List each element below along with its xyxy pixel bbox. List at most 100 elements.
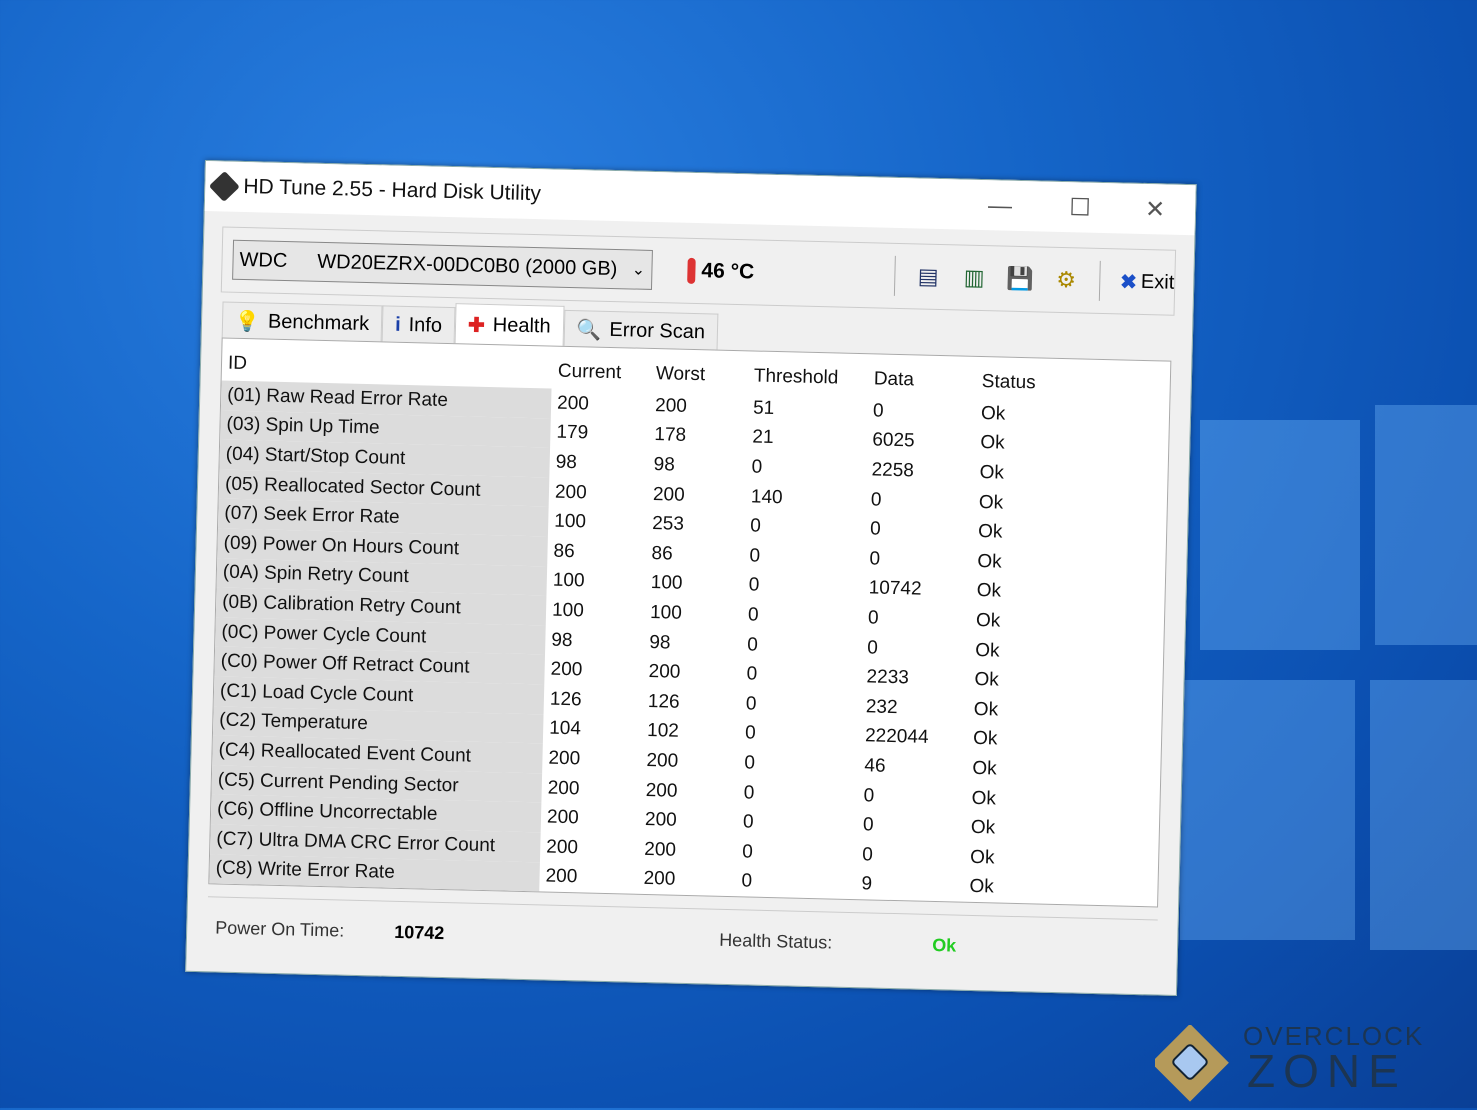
hdtune-window: HD Tune 2.55 - Hard Disk Utility — ☐ ✕ W… <box>185 160 1197 996</box>
data-value: 0 <box>863 784 875 807</box>
magnifier-icon: 🔍 <box>576 318 602 342</box>
column-header-status[interactable]: Status <box>975 357 1068 401</box>
chevron-down-icon: ⌄ <box>631 261 646 279</box>
worst-value: 200 <box>654 394 688 417</box>
current-value: 100 <box>554 510 587 533</box>
status-value: Ok <box>980 432 1005 455</box>
worst-value: 200 <box>646 749 679 772</box>
worst-value: 200 <box>644 838 677 861</box>
minimize-button[interactable]: — <box>965 186 1036 228</box>
data-value: 0 <box>861 843 874 866</box>
status-value: Ok <box>972 728 998 750</box>
data-value: 6025 <box>872 429 915 452</box>
threshold-value: 0 <box>749 545 761 567</box>
threshold-value: 0 <box>744 752 756 774</box>
current-value: 86 <box>553 540 575 562</box>
status-value: Ok <box>969 876 995 898</box>
tab-label: Error Scan <box>609 318 706 343</box>
data-value: 46 <box>864 755 886 777</box>
threshold-value: 0 <box>742 811 754 833</box>
tab-benchmark[interactable]: 💡 Benchmark <box>221 301 383 343</box>
data-value: 0 <box>872 400 884 422</box>
current-value: 104 <box>548 717 582 740</box>
drive-model: WD20EZRX-00DC0B0 (2000 GB) <box>317 250 618 280</box>
status-value: Ok <box>974 669 1000 691</box>
current-value: 100 <box>552 569 585 592</box>
status-value: Ok <box>972 757 997 780</box>
data-value: 2258 <box>871 459 915 482</box>
column-header-worst[interactable]: Worst <box>649 349 748 393</box>
watermark-logo: OVERCLOCK ZONE <box>1151 1021 1475 1110</box>
maximize-button[interactable]: ☐ <box>1045 188 1116 230</box>
data-value: 0 <box>869 518 882 540</box>
tab-health[interactable]: ✚ Health <box>454 303 565 347</box>
toolbar-divider <box>1098 260 1101 301</box>
data-value: 0 <box>862 814 874 836</box>
threshold-value: 0 <box>747 633 759 656</box>
tab-error-scan[interactable]: 🔍 Error Scan <box>563 309 719 351</box>
threshold-value: 0 <box>743 781 755 804</box>
current-value: 200 <box>545 865 578 888</box>
worst-value: 100 <box>650 572 683 595</box>
drive-vendor: WDC <box>239 248 288 272</box>
power-on-value: 10742 <box>394 921 445 943</box>
threshold-value: 0 <box>746 663 758 685</box>
worst-value: 178 <box>654 424 687 447</box>
current-value: 200 <box>554 481 587 503</box>
desktop-wallpaper-pane <box>1180 680 1355 940</box>
smart-attributes-table: ID Current Worst Threshold Data Status (… <box>209 338 1068 904</box>
app-icon <box>208 170 240 203</box>
health-status-label: Health Status: <box>718 929 833 953</box>
exit-button[interactable]: ✖ Exit <box>1120 269 1175 295</box>
desktop-wallpaper-pane <box>1370 680 1477 950</box>
worst-value: 126 <box>647 690 680 713</box>
current-value: 98 <box>555 451 578 474</box>
worst-value: 98 <box>649 631 671 654</box>
current-value: 200 <box>546 836 579 859</box>
desktop-wallpaper-pane <box>1375 405 1477 645</box>
column-header-threshold[interactable]: Threshold <box>747 351 868 396</box>
toolbar: WDC WD20EZRX-00DC0B0 (2000 GB) ⌄ 46 °C ▤… <box>220 226 1177 316</box>
data-value: 0 <box>867 636 879 659</box>
tab-label: Health <box>492 313 551 337</box>
close-button[interactable]: ✕ <box>1120 189 1191 231</box>
drive-select[interactable]: WDC WD20EZRX-00DC0B0 (2000 GB) ⌄ <box>232 239 653 290</box>
worst-value: 86 <box>651 542 673 565</box>
status-value: Ok <box>975 639 1000 662</box>
worst-value: 100 <box>649 601 683 624</box>
tab-label: Benchmark <box>267 310 370 335</box>
current-value: 200 <box>556 392 590 415</box>
overclock-zone-logo-icon: OVERCLOCK ZONE <box>1151 1021 1422 1102</box>
worst-value: 102 <box>646 720 680 743</box>
current-value: 179 <box>556 422 589 444</box>
title-bar: HD Tune 2.55 - Hard Disk Utility — ☐ ✕ <box>204 161 1196 236</box>
data-value: 222044 <box>864 725 929 749</box>
column-header-data[interactable]: Data <box>867 354 976 399</box>
current-value: 200 <box>547 777 580 799</box>
data-value: 0 <box>867 607 879 629</box>
info-icon: i <box>394 313 401 336</box>
status-value: Ok <box>976 580 1002 602</box>
options-icon[interactable]: ⚙ <box>1051 265 1082 296</box>
status-value: Ok <box>973 698 999 721</box>
temperature-value: 46 °C <box>701 259 755 284</box>
thermometer-icon <box>687 257 696 285</box>
desktop-wallpaper-pane <box>1200 420 1360 650</box>
data-value: 0 <box>869 548 881 570</box>
current-value: 98 <box>551 629 573 651</box>
copy-info-icon[interactable]: ▤ <box>913 261 944 292</box>
copy-all-icon[interactable]: ▥ <box>959 262 990 293</box>
status-footer: Power On Time: 10742 Health Status: Ok <box>206 896 1158 981</box>
data-value: 0 <box>870 488 882 511</box>
column-header-current[interactable]: Current <box>552 347 651 391</box>
threshold-value: 0 <box>745 693 757 715</box>
exit-x-icon: ✖ <box>1119 270 1138 294</box>
threshold-value: 0 <box>747 604 759 626</box>
tab-label: Info <box>408 313 443 337</box>
power-on-label: Power On Time: <box>215 916 345 941</box>
window-title: HD Tune 2.55 - Hard Disk Utility <box>243 174 542 206</box>
threshold-value: 0 <box>751 456 763 478</box>
tab-info[interactable]: i Info <box>381 305 456 345</box>
status-value: Ok <box>971 787 997 810</box>
save-icon[interactable]: 💾 <box>1005 264 1036 295</box>
